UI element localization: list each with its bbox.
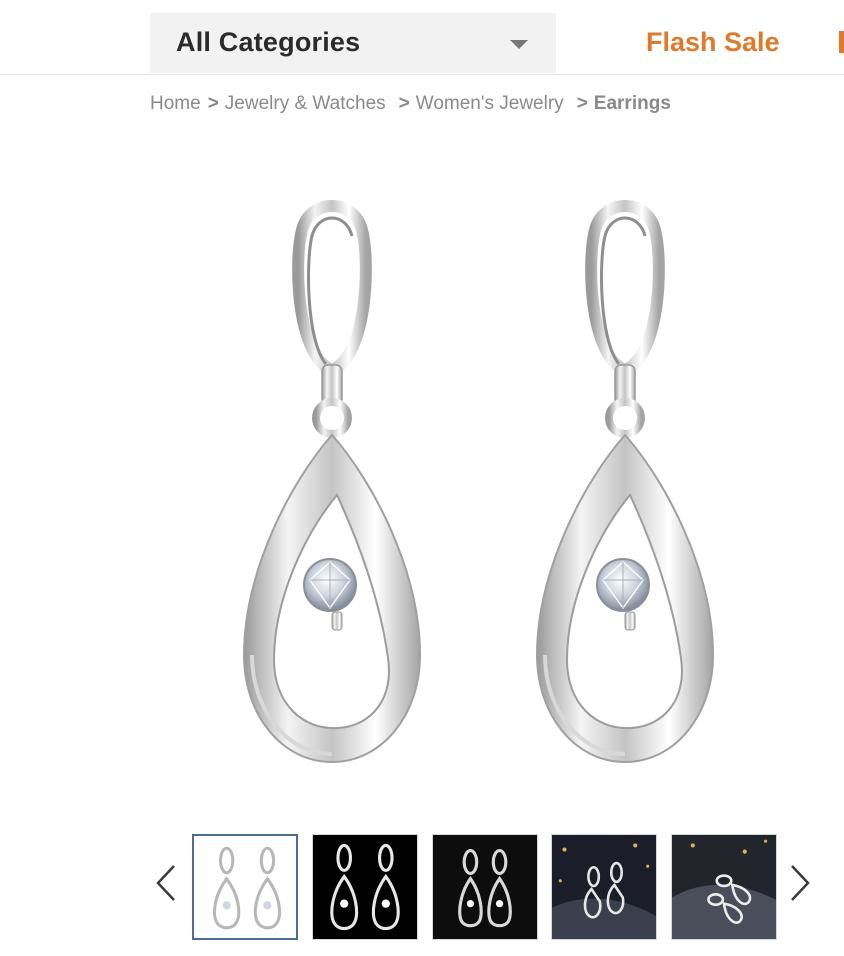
carousel-prev-button[interactable] (152, 858, 182, 908)
thumbnail-5[interactable] (671, 834, 777, 940)
breadcrumb-home[interactable]: Home (150, 93, 201, 114)
category-dropdown-value: All Categories (176, 27, 361, 57)
right-earring-image (537, 206, 713, 762)
category-dropdown[interactable]: All Categories (150, 13, 556, 73)
thumbnail-3[interactable] (432, 834, 538, 940)
breadcrumb-jewelry-watches[interactable]: Jewelry & Watches (225, 93, 386, 114)
thumbnail-4[interactable] (551, 834, 657, 940)
breadcrumb-womens-jewelry[interactable]: Women's Jewelry (416, 93, 564, 114)
thumbnail-2[interactable] (312, 834, 418, 940)
breadcrumb-current-earrings: Earrings (593, 93, 671, 114)
carousel-next-button[interactable] (784, 858, 814, 908)
top-nav-bar: All Categories Flash Sale (0, 0, 844, 75)
breadcrumb: Home > Jewelry & Watches > Women's Jewelry > E… (150, 93, 671, 119)
chevron-right-icon (791, 865, 810, 901)
chevron-left-icon (156, 865, 175, 901)
breadcrumb-separator: > (576, 93, 588, 114)
breadcrumb-separator: > (207, 93, 219, 114)
thumbnail-1[interactable] (192, 834, 298, 940)
chevron-down-icon (510, 40, 528, 49)
breadcrumb-separator: > (398, 93, 410, 114)
flash-sale-link[interactable]: Flash Sale (646, 27, 780, 58)
left-earring-image (244, 206, 420, 762)
next-nav-item-edge[interactable] (839, 31, 844, 53)
main-product-image[interactable] (150, 150, 790, 810)
